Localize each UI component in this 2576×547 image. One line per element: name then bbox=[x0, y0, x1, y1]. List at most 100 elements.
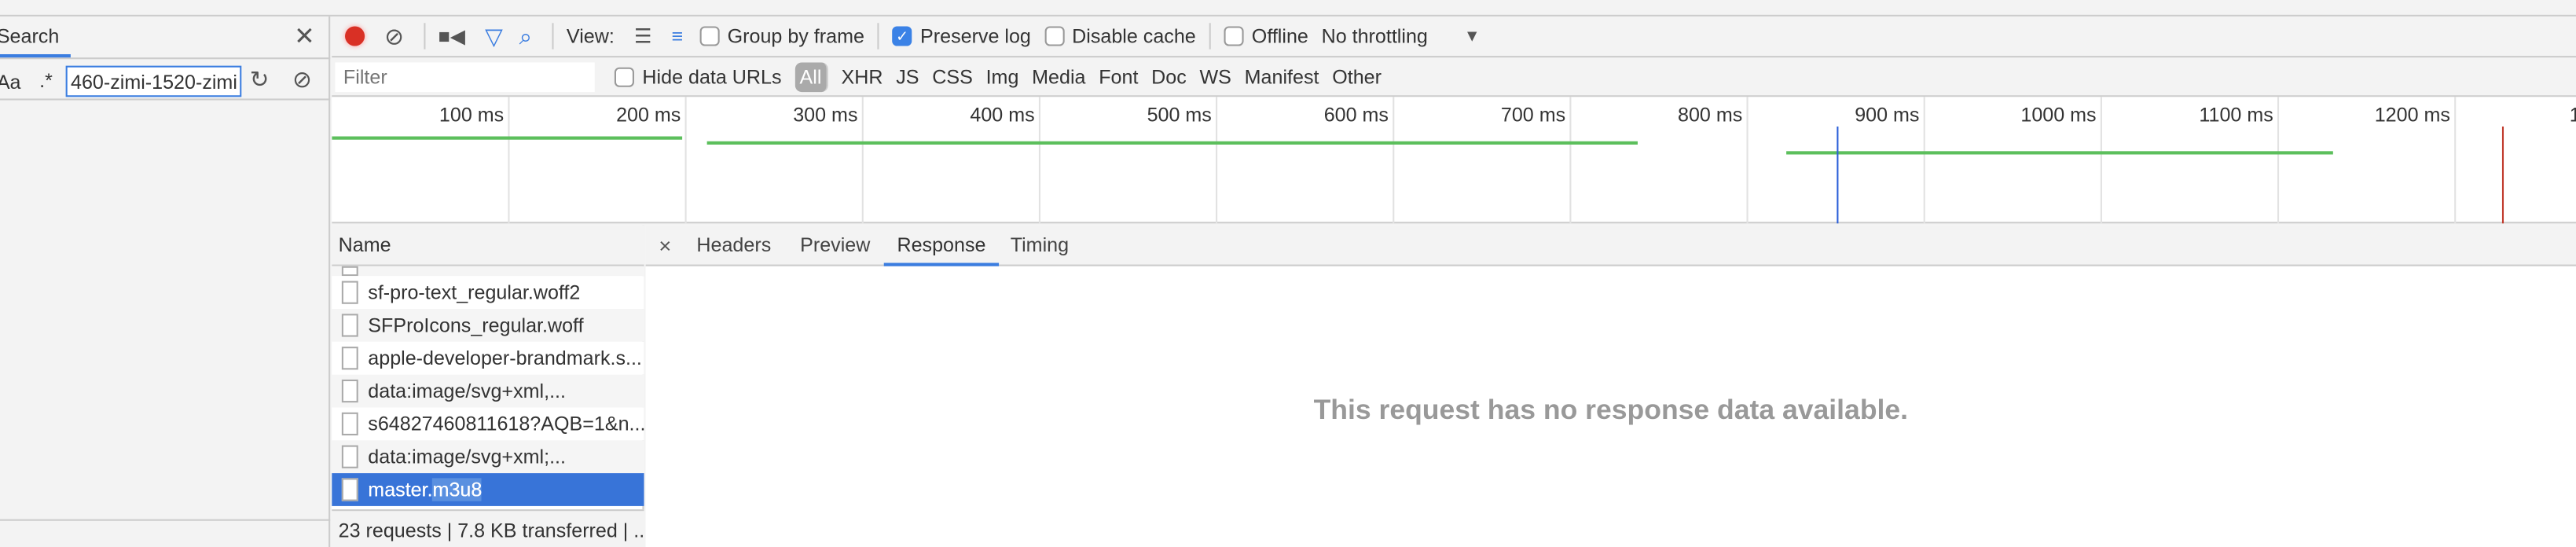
tick-label: 700 ms bbox=[1501, 105, 1565, 127]
filter-type-js[interactable]: JS bbox=[896, 66, 919, 89]
match-case-toggle[interactable]: Aa bbox=[0, 71, 21, 94]
filter-bar: Hide data URLs All XHR JS CSS Img Media Font Do… bbox=[332, 59, 2576, 97]
list-item[interactable]: data:image/svg+xml,... bbox=[332, 374, 644, 408]
chevron-down-icon[interactable]: ▼ bbox=[1464, 27, 1481, 45]
record-button[interactable] bbox=[345, 26, 365, 46]
devtools-tab-strip bbox=[0, 0, 2576, 17]
tick-label: 600 ms bbox=[1324, 105, 1389, 127]
offline-label: Offline bbox=[1251, 24, 1308, 48]
request-details: × Headers Preview Response Timing This requ… bbox=[645, 225, 2576, 547]
group-by-frame-label: Group by frame bbox=[727, 24, 864, 48]
request-name: s64827460811618?AQB=1&n... bbox=[368, 412, 644, 436]
view-label: View: bbox=[566, 24, 615, 48]
offline-checkbox[interactable] bbox=[1224, 26, 1244, 46]
network-overview-timeline[interactable]: 100 ms 200 ms 300 ms 400 ms 500 ms 600 ms 700 … bbox=[332, 97, 2576, 224]
list-item[interactable]: sf-pro-text_regular.woff2 bbox=[332, 276, 644, 310]
tick-label: 200 ms bbox=[616, 105, 681, 127]
screenshot-icon[interactable]: ■◀ bbox=[439, 24, 465, 47]
separator bbox=[552, 23, 554, 50]
tab-timing[interactable]: Timing bbox=[1011, 225, 1069, 266]
file-icon bbox=[341, 379, 358, 403]
search-input[interactable] bbox=[65, 65, 242, 97]
active-tab-underline bbox=[0, 53, 71, 58]
tick-label: 500 ms bbox=[1147, 105, 1212, 127]
group-by-frame-checkbox[interactable] bbox=[699, 26, 720, 46]
file-icon bbox=[341, 314, 358, 337]
status-bar: 23 requests | 7.8 KB transferred | ... bbox=[332, 509, 644, 547]
disable-cache-label: Disable cache bbox=[1072, 24, 1196, 48]
file-icon bbox=[341, 445, 358, 468]
request-name: apple-developer-brandmark.s... bbox=[368, 347, 642, 370]
request-name: data:image/svg+xml,... bbox=[368, 379, 566, 403]
separator bbox=[1209, 23, 1211, 50]
list-item[interactable]: SFProIcons_regular.woff bbox=[332, 309, 644, 342]
tab-preview[interactable]: Preview bbox=[800, 225, 870, 266]
list-view-icon[interactable]: ☰ bbox=[634, 24, 652, 47]
request-bar bbox=[332, 136, 683, 140]
tick-label: 1200 ms bbox=[2375, 105, 2450, 127]
tick-label: 1100 ms bbox=[2199, 105, 2273, 127]
filter-type-font[interactable]: Font bbox=[1099, 66, 1138, 89]
network-toolbar: ⊘ ■◀ ▽ ⌕ View: ☰ ≡ Group by frame ✓ Prese… bbox=[332, 16, 2576, 58]
search-tab[interactable]: Search bbox=[0, 24, 59, 47]
request-bar bbox=[1786, 151, 2333, 155]
file-icon bbox=[341, 478, 358, 501]
filter-type-media[interactable]: Media bbox=[1032, 66, 1085, 89]
search-panel: Search ✕ Aa .* ↻ ⊘ bbox=[0, 16, 331, 547]
request-name: sf-pro-text_regular.woff2 bbox=[368, 281, 581, 304]
empty-response-message: This request has no response data availa… bbox=[1313, 394, 1909, 426]
list-item[interactable]: apple-developer-brandmark.s... bbox=[332, 341, 644, 375]
filter-type-other[interactable]: Other bbox=[1332, 66, 1382, 89]
filter-type-manifest[interactable]: Manifest bbox=[1245, 66, 1319, 89]
tick-label: 900 ms bbox=[1855, 105, 1919, 127]
clear-icon[interactable]: ⊘ bbox=[292, 66, 312, 94]
close-icon[interactable]: ✕ bbox=[294, 21, 314, 51]
hide-data-urls-checkbox[interactable] bbox=[614, 67, 634, 87]
disable-cache-checkbox[interactable] bbox=[1044, 26, 1064, 46]
request-list: Name sf-pro-text_regular.woff2 SFProIcons… bbox=[332, 225, 644, 547]
waterfall-view-icon[interactable]: ≡ bbox=[672, 24, 684, 47]
close-details-icon[interactable]: × bbox=[659, 225, 671, 266]
filter-type-ws[interactable]: WS bbox=[1199, 66, 1231, 89]
request-name: SFProIcons_regular.woff bbox=[368, 314, 584, 337]
file-icon bbox=[341, 412, 358, 436]
regex-toggle[interactable]: .* bbox=[39, 69, 53, 92]
tick-label: 100 ms bbox=[439, 105, 504, 127]
clear-button[interactable]: ⊘ bbox=[384, 22, 404, 50]
tab-response[interactable]: Response bbox=[883, 225, 1000, 266]
filter-type-doc[interactable]: Doc bbox=[1151, 66, 1187, 89]
divider bbox=[0, 98, 331, 101]
tick-label: 300 ms bbox=[793, 105, 857, 127]
filter-type-list: All XHR JS CSS Img Media Font Doc WS Manifest Othe… bbox=[794, 62, 1394, 93]
filter-type-css[interactable]: CSS bbox=[932, 66, 973, 89]
preserve-log-checkbox[interactable]: ✓ bbox=[892, 26, 912, 46]
search-icon[interactable]: ⌕ bbox=[519, 22, 532, 50]
filter-icon[interactable]: ▽ bbox=[485, 22, 503, 50]
divider bbox=[0, 519, 331, 521]
filter-type-img[interactable]: Img bbox=[986, 66, 1019, 89]
filter-input[interactable] bbox=[335, 62, 595, 93]
selected-request-name: master.m3u8 bbox=[368, 478, 483, 501]
tick-label: 1000 ms bbox=[2020, 105, 2096, 127]
hide-data-urls-label: Hide data URLs bbox=[642, 65, 782, 89]
request-bar bbox=[706, 141, 1638, 145]
list-item[interactable]: data:image/svg+xml;... bbox=[332, 440, 644, 474]
list-item[interactable] bbox=[332, 266, 644, 277]
separator bbox=[877, 23, 879, 50]
list-item[interactable]: s64827460811618?AQB=1&n... bbox=[332, 407, 644, 441]
request-name: data:image/svg+xml;... bbox=[368, 445, 566, 468]
filter-type-xhr[interactable]: XHR bbox=[842, 66, 883, 89]
tick-label: 800 ms bbox=[1678, 105, 1742, 127]
list-item-selected[interactable]: master. m3u8 master.m3u8 master.m3u8 bbox=[332, 473, 644, 506]
separator bbox=[423, 23, 425, 50]
throttling-select[interactable]: No throttling bbox=[1322, 24, 1428, 47]
tick-label: 400 ms bbox=[970, 105, 1034, 127]
name-column-header[interactable]: Name bbox=[332, 225, 644, 266]
filter-type-all[interactable]: All bbox=[794, 62, 828, 93]
refresh-icon[interactable]: ↻ bbox=[250, 66, 270, 94]
details-tabbar: × Headers Preview Response Timing bbox=[645, 225, 2576, 266]
tick-label: 1 bbox=[2570, 105, 2576, 127]
preserve-log-label: Preserve log bbox=[920, 24, 1031, 48]
tab-headers[interactable]: Headers bbox=[696, 225, 771, 266]
file-icon bbox=[341, 266, 358, 277]
